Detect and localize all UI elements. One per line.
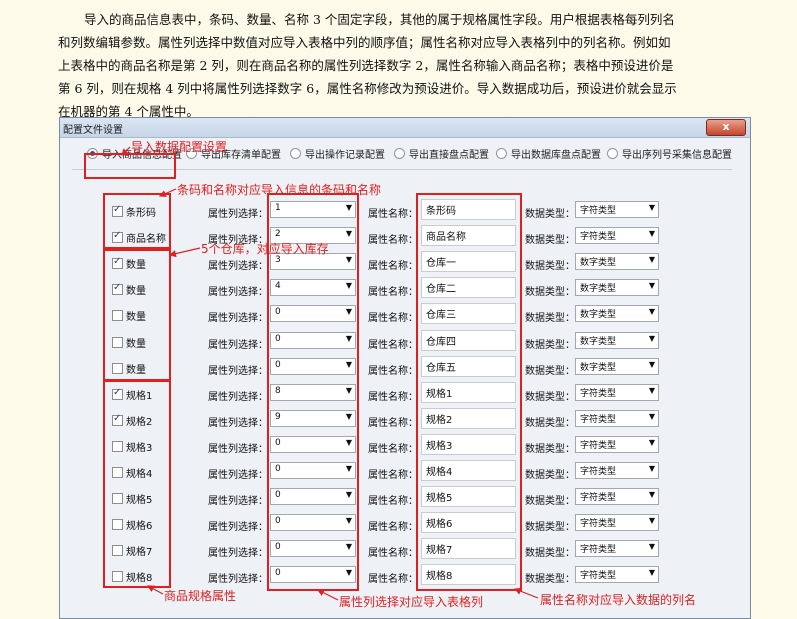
- note-attr-name: 属性名称对应导入数据的列名: [540, 593, 697, 607]
- arrow-column: [316, 589, 339, 601]
- arrow-import: [121, 146, 131, 156]
- note-barcode-name: 条码和名称对应导入信息的条码和名称: [177, 183, 382, 197]
- note-warehouses: 5个仓库，对应导入库存: [201, 242, 329, 256]
- note-spec-attrs: 商品规格属性: [164, 589, 237, 603]
- arrow-barcode: [158, 188, 177, 197]
- annotation-arrows: [121, 146, 539, 601]
- arrow-attr-name: [513, 587, 539, 599]
- note-import-config: 导入数据配置设置: [131, 140, 228, 154]
- note-column-select: 属性列选择对应导入表格列: [339, 595, 484, 609]
- arrow-spec: [146, 585, 164, 595]
- arrow-warehouse: [168, 247, 201, 258]
